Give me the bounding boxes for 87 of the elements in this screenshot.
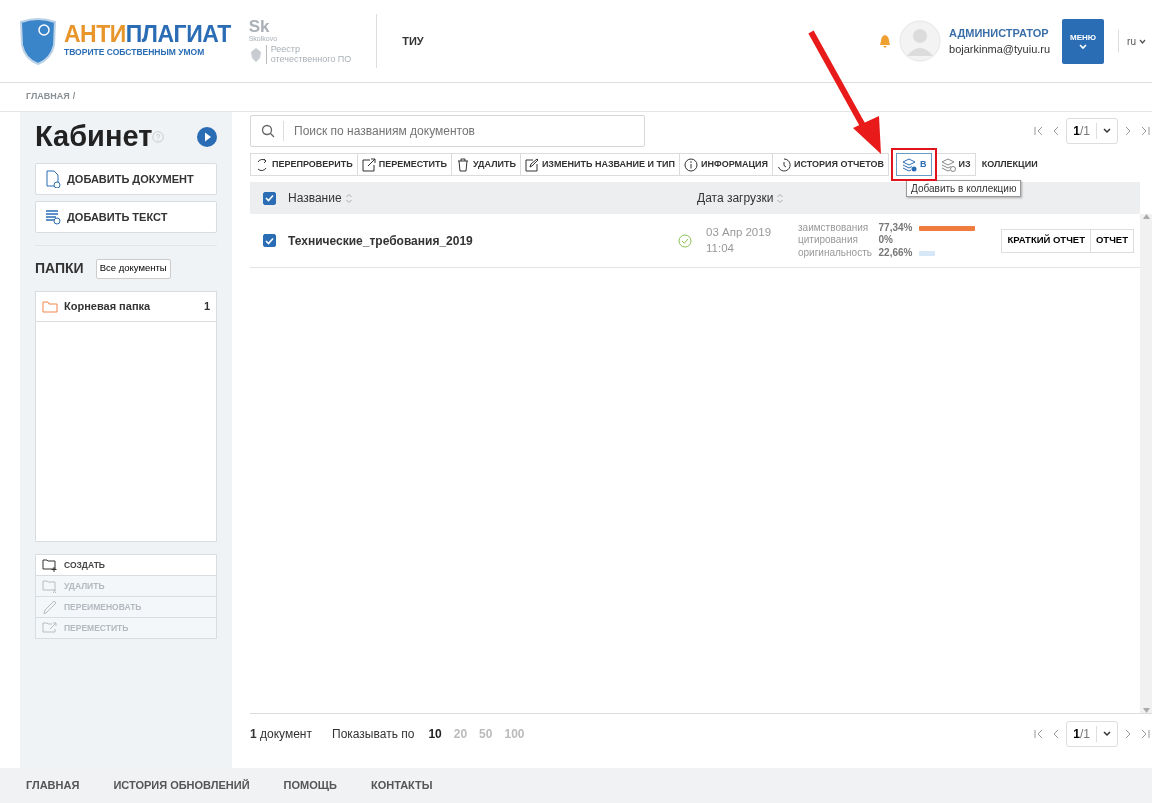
toolbar-button[interactable]: ПЕРЕПРОВЕРИТЬ: [250, 153, 358, 176]
language-selector[interactable]: ru: [1118, 29, 1147, 53]
document-name[interactable]: Технические_требования_2019: [288, 231, 678, 250]
organization-name: ТИУ: [376, 14, 424, 68]
folder-icon: [42, 300, 58, 313]
toolbar-button[interactable]: ИСТОРИЯ ОТЧЕТОВ: [772, 153, 890, 176]
trash-icon: [455, 157, 470, 172]
report-button[interactable]: ОТЧЕТ: [1090, 228, 1134, 253]
chevron-down-icon: [1139, 38, 1146, 44]
toolbar-button[interactable]: УДАЛИТЬ: [450, 153, 521, 176]
info-icon: [684, 157, 698, 172]
footer-link[interactable]: ИСТОРИЯ ОБНОВЛЕНИЙ: [113, 777, 250, 794]
add-button[interactable]: ДОБАВИТЬ ДОКУМЕНТ: [35, 163, 217, 195]
all-documents-button[interactable]: Все документы: [95, 258, 171, 279]
stat-bar: [919, 250, 935, 256]
text-icon: [44, 208, 61, 226]
menu-button[interactable]: МЕНЮ: [1062, 18, 1105, 64]
play-icon[interactable]: [197, 126, 217, 147]
bell-icon: [879, 34, 892, 48]
folders-title: ПАПКИ: [35, 259, 84, 278]
move-folder-icon: [42, 620, 58, 636]
stat-bar: [919, 225, 975, 231]
previous-page-icon[interactable]: [1052, 126, 1061, 136]
next-page-icon[interactable]: [1124, 126, 1132, 136]
delete-folder-icon: [42, 578, 58, 594]
new-folder-icon: [42, 557, 58, 573]
footer-link[interactable]: КОНТАКТЫ: [370, 777, 433, 794]
toolbar-button[interactable]: ИНФОРМАЦИЯ: [679, 153, 774, 176]
chevron-down-icon: [1103, 731, 1111, 737]
registry-text: Реестр отечественного ПО: [265, 45, 352, 64]
pencil-icon: [42, 599, 58, 615]
refresh-icon: [255, 157, 269, 172]
folder-count: 1: [203, 299, 210, 315]
page-size-label: Показывать по: [332, 726, 415, 743]
page-size-option[interactable]: 10: [428, 725, 442, 743]
layers-icon: [901, 157, 918, 172]
footer-link[interactable]: ПОМОЩЬ: [283, 777, 337, 794]
cabinet-title: Кабинет: [35, 122, 153, 151]
page-selector[interactable]: 1/1: [1066, 118, 1118, 144]
user-role: АДМИНИСТРАТОР: [949, 25, 1050, 41]
edit-icon: [524, 157, 539, 172]
tooltip: Добавить в коллекцию: [906, 180, 1022, 197]
report-button[interactable]: КРАТКИЙ ОТЧЕТ: [1001, 228, 1091, 253]
emblem-icon: [248, 46, 263, 63]
scroll-up-icon[interactable]: [1142, 214, 1150, 219]
search-field[interactable]: Поиск по названиям документов: [250, 115, 645, 147]
checkbox[interactable]: [263, 191, 276, 205]
column-header[interactable]: Название: [288, 189, 342, 207]
stat-value: 0%: [878, 234, 894, 247]
footer-link[interactable]: ГЛАВНАЯ: [26, 777, 80, 794]
logo-title: АНТИПЛАГИАТ: [64, 23, 231, 47]
layers-icon: [939, 157, 956, 172]
toolbar-button[interactable]: ПЕРЕМЕСТИТЬ: [356, 153, 452, 176]
folder-action-button[interactable]: СОЗДАТЬ: [35, 554, 217, 576]
stat-label: заимствования: [798, 221, 870, 235]
scroll-down-icon[interactable]: [1142, 708, 1150, 713]
upload-date: 03 Апр 2019 11:04: [706, 225, 773, 256]
checkbox[interactable]: [263, 234, 276, 247]
toolbar-button[interactable]: ИЗМЕНИТЬ НАЗВАНИЕ И ТИП: [519, 153, 680, 176]
next-page-icon[interactable]: [1124, 729, 1132, 739]
document-count: 1 документ: [250, 726, 312, 743]
document-icon: [44, 170, 61, 188]
add-button[interactable]: ДОБАВИТЬ ТЕКСТ: [35, 201, 217, 233]
check-icon: [265, 236, 274, 245]
move-icon: [361, 157, 376, 172]
logo-tagline: ТВОРИТЕ СОБСТВЕННЫМ УМОМ: [64, 46, 206, 59]
history-icon: [777, 157, 792, 172]
user-email: bojarkinma@tyuiu.ru: [949, 42, 1051, 57]
chevron-down-icon: [1079, 44, 1088, 50]
stat-value: 77,34%: [878, 221, 914, 235]
page-selector[interactable]: 1/1: [1066, 721, 1118, 747]
check-icon: [265, 194, 274, 202]
column-header[interactable]: Дата загрузки: [697, 189, 774, 207]
stat-value: 22,66%: [878, 246, 914, 260]
stat-label: цитирования: [798, 234, 859, 247]
scrollbar[interactable]: [1140, 214, 1152, 713]
skolkovo-logo: Sk: [248, 18, 270, 36]
stat-label: оригинальность: [798, 246, 873, 260]
collections-label: КОЛЛЕКЦИИ: [981, 157, 1038, 171]
search-icon: [261, 124, 275, 138]
search-input[interactable]: Поиск по названиям документов: [292, 121, 644, 141]
chevron-down-icon: [1103, 128, 1111, 134]
folder-name: Корневая папка: [64, 299, 152, 315]
shield-logo-icon: [18, 17, 58, 65]
previous-page-icon[interactable]: [1052, 729, 1061, 739]
breadcrumb-separator: /: [72, 90, 76, 104]
collection-button[interactable]: ИЗ: [934, 153, 976, 176]
